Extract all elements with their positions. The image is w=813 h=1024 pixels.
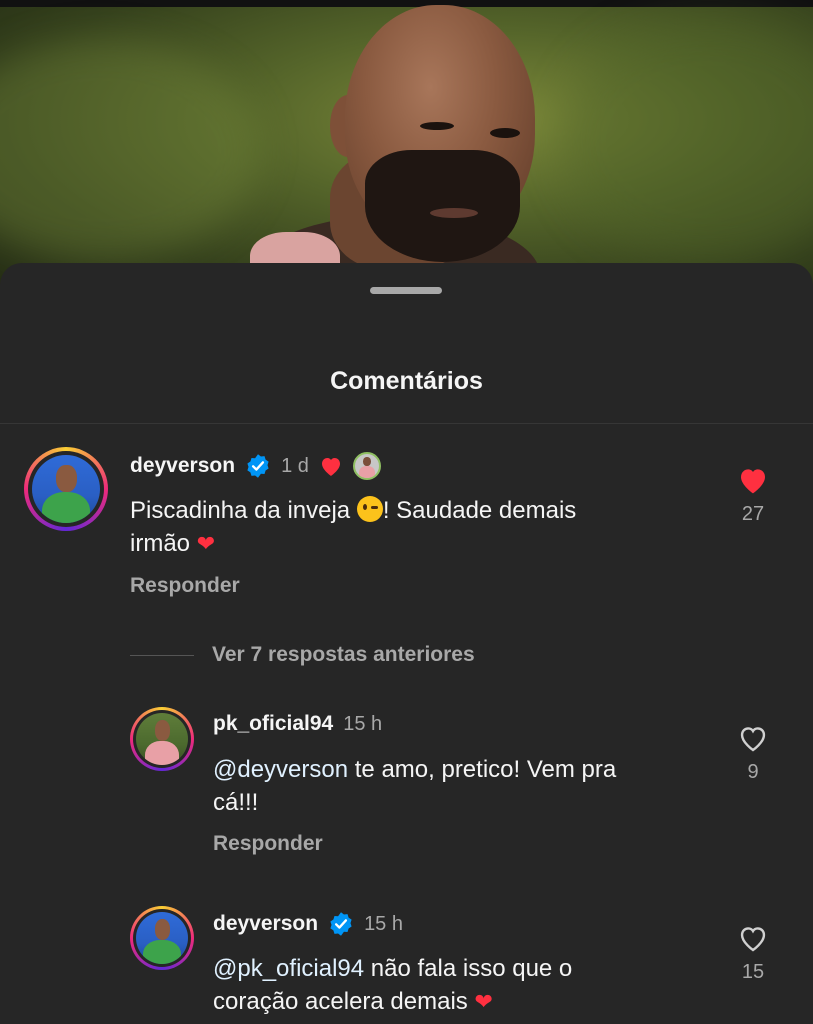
reply-button[interactable]: Responder bbox=[130, 574, 240, 598]
comment-meta: deyverson 15 h bbox=[213, 909, 403, 939]
like-count: 9 bbox=[747, 761, 759, 783]
red-heart-emoji: ❤ bbox=[196, 532, 216, 557]
sheet-title: Comentários bbox=[330, 367, 483, 395]
drag-handle[interactable] bbox=[370, 287, 442, 294]
reply-button[interactable]: Responder bbox=[213, 832, 323, 856]
heart-filled-icon bbox=[741, 469, 765, 494]
comments-sheet: Comentários deyverson 1 d Piscadinha da … bbox=[0, 263, 813, 1024]
like-button[interactable]: 9 bbox=[723, 723, 783, 784]
post-photo bbox=[0, 0, 813, 300]
username[interactable]: deyverson bbox=[213, 912, 318, 936]
red-heart-emoji: ❤ bbox=[474, 990, 493, 1015]
mention-link[interactable]: @pk_oficial94 bbox=[213, 955, 364, 982]
heart-outline-icon bbox=[740, 927, 766, 952]
winking-face-emoji bbox=[356, 496, 383, 522]
comment-meta: pk_oficial94 15 h bbox=[213, 709, 382, 739]
avatar[interactable] bbox=[130, 707, 194, 771]
comment-text: Piscadinha da inveja ! Saudade demais ir… bbox=[130, 496, 577, 557]
top-edge-bar bbox=[0, 0, 813, 7]
like-button[interactable]: 27 bbox=[723, 465, 783, 526]
heart-outline-icon bbox=[740, 727, 766, 752]
verified-badge-icon bbox=[330, 912, 352, 936]
avatar[interactable] bbox=[24, 447, 108, 531]
username[interactable]: pk_oficial94 bbox=[213, 712, 333, 736]
username[interactable]: deyverson bbox=[130, 454, 235, 478]
view-previous-replies-button[interactable]: Ver 7 respostas anteriores bbox=[130, 643, 475, 667]
like-count: 15 bbox=[741, 961, 765, 983]
like-button[interactable]: 15 bbox=[723, 923, 783, 984]
thread-line bbox=[130, 654, 194, 656]
comment-text: @deyverson te amo, pretico! Vem pra cá!!… bbox=[213, 756, 617, 816]
comment-text: @pk_oficial94 não fala isso que o coraçã… bbox=[213, 955, 573, 1015]
verified-badge-icon bbox=[247, 454, 269, 478]
avatar[interactable] bbox=[130, 906, 194, 970]
timestamp: 1 d bbox=[281, 454, 309, 477]
timestamp: 15 h bbox=[343, 712, 383, 735]
mention-link[interactable]: @deyverson bbox=[213, 756, 348, 783]
like-count: 27 bbox=[741, 503, 765, 525]
title-divider bbox=[0, 423, 813, 424]
timestamp: 15 h bbox=[364, 912, 403, 935]
comment-meta: deyverson 1 d bbox=[130, 451, 381, 481]
creator-mini-avatar bbox=[352, 452, 381, 480]
creator-liked-heart-icon bbox=[321, 458, 340, 476]
